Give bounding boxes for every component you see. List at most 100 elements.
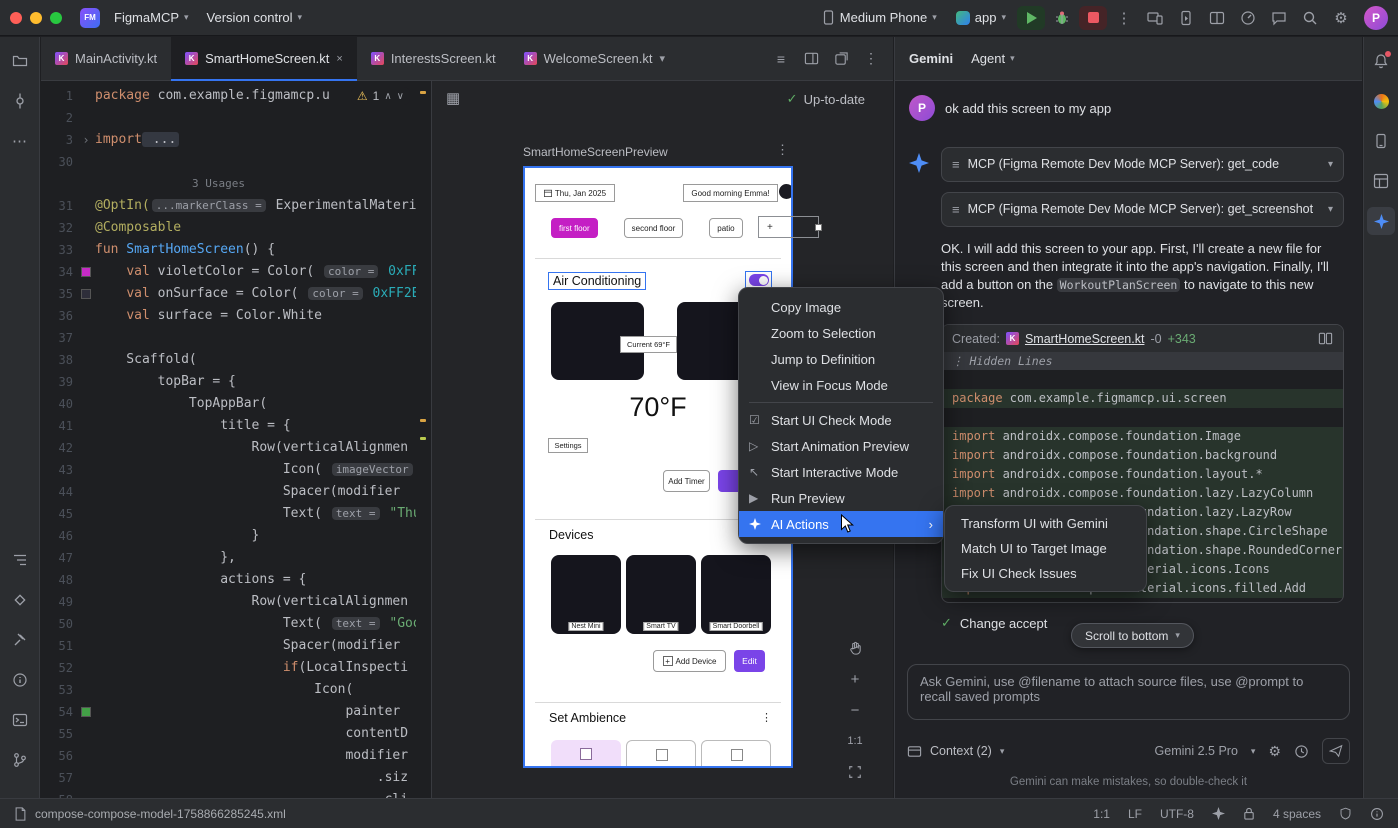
scroll-to-bottom-button[interactable]: Scroll to bottom ▾ <box>1071 623 1194 648</box>
notifications-bell-icon[interactable] <box>1367 47 1395 75</box>
user-avatar[interactable]: P <box>1364 6 1388 30</box>
expand-chevron-icon[interactable]: ▾ <box>1328 156 1333 170</box>
selection-handle[interactable] <box>815 224 822 231</box>
ambience-tile[interactable] <box>701 740 771 768</box>
menu-item[interactable]: Zoom to Selection <box>739 320 943 346</box>
created-file-link[interactable]: SmartHomeScreen.kt <box>1025 332 1144 346</box>
menu-item[interactable]: ↖Start Interactive Mode <box>739 459 943 485</box>
version-control-tool-icon[interactable] <box>6 746 34 774</box>
error-stripe[interactable] <box>418 81 428 798</box>
hidden-lines-row[interactable]: ⋮ Hidden Lines <box>942 352 1343 370</box>
open-diff-icon[interactable] <box>1318 331 1333 346</box>
edit-button[interactable]: Edit <box>734 650 765 672</box>
encoding-widget[interactable]: UTF-8 <box>1160 807 1194 821</box>
minimize-window-button[interactable] <box>30 12 42 24</box>
code-editor[interactable]: ⚠ 1 ∧ ∨ 1package com.example.figmamcp.u2… <box>41 81 430 798</box>
tab-options-kebab-icon[interactable]: ⋮ <box>859 47 883 71</box>
cursor-position-widget[interactable]: 1:1 <box>1093 807 1110 821</box>
split-editor-icon[interactable] <box>799 47 823 71</box>
color-preview-swatch[interactable] <box>81 267 91 277</box>
menu-item[interactable]: ▷Start Animation Preview <box>739 433 943 459</box>
zoom-to-fit-icon[interactable] <box>844 761 866 783</box>
send-button[interactable] <box>1322 738 1350 764</box>
close-tab-icon[interactable]: × <box>336 53 342 65</box>
more-run-actions-button[interactable]: ⋮ <box>1110 5 1138 31</box>
more-tool-windows-icon[interactable]: ⋯ <box>6 127 34 155</box>
fold-arrow-icon[interactable]: › <box>77 129 95 151</box>
ambience-kebab-icon[interactable]: ⋮ <box>761 711 772 724</box>
selected-add-chip[interactable]: + <box>758 216 819 238</box>
project-widget[interactable]: FigmaMCP ▾ <box>106 6 197 29</box>
history-icon[interactable] <box>1294 744 1309 759</box>
maximize-window-button[interactable] <box>50 12 62 24</box>
problems-tool-icon[interactable] <box>6 666 34 694</box>
model-selector[interactable]: Gemini 2.5 Pro <box>1155 744 1238 758</box>
read-lock-icon[interactable] <box>1243 807 1255 820</box>
floor-chip[interactable]: second floor <box>624 218 684 238</box>
editor-tab[interactable]: KSmartHomeScreen.kt× <box>171 37 357 80</box>
gemini-tool-icon[interactable] <box>1367 207 1395 235</box>
run-config-selector[interactable]: app ▾ <box>948 6 1014 29</box>
tab-agent[interactable]: Agent ▾ <box>971 51 1015 66</box>
debug-button[interactable] <box>1048 5 1076 31</box>
next-problem-icon[interactable]: ∨ <box>397 91 404 102</box>
pan-hand-icon[interactable] <box>844 637 866 659</box>
stripe-warning-mark[interactable] <box>420 419 426 422</box>
commit-tool-icon[interactable] <box>6 87 34 115</box>
preview-options-kebab-icon[interactable]: ⋮ <box>776 142 789 158</box>
zoom-out-button[interactable]: − <box>844 699 866 721</box>
color-preview-swatch[interactable] <box>81 707 91 717</box>
expand-chevron-icon[interactable]: ▾ <box>1328 201 1333 215</box>
build-tool-icon[interactable] <box>6 626 34 654</box>
assistant-chat-icon[interactable] <box>1265 5 1293 31</box>
floor-chip[interactable]: patio <box>709 218 742 238</box>
tool-call-card[interactable]: ≡MCP (Figma Remote Dev Mode MCP Server):… <box>941 192 1344 227</box>
stop-button[interactable] <box>1079 6 1107 30</box>
submenu-item[interactable]: Match UI to Target Image <box>945 536 1146 561</box>
inspections-shield-icon[interactable] <box>1339 807 1352 820</box>
device-tile[interactable]: Smart TV <box>626 555 696 634</box>
search-everywhere-icon[interactable] <box>1296 5 1324 31</box>
ambience-tile[interactable] <box>626 740 696 768</box>
context-selector[interactable]: Context (2) <box>930 744 992 758</box>
run-button[interactable] <box>1017 6 1045 30</box>
device-manager-icon[interactable] <box>1367 127 1395 155</box>
indent-widget[interactable]: 4 spaces <box>1273 807 1321 821</box>
notifications-status-icon[interactable] <box>1370 807 1384 821</box>
settings-gear-icon[interactable]: ⚙ <box>1327 5 1355 31</box>
stripe-weak-warning-mark[interactable] <box>420 437 426 440</box>
app-insights-icon[interactable] <box>1367 87 1395 115</box>
device-tile[interactable]: Smart Doorbell <box>701 555 771 634</box>
editor-tab[interactable]: KInterestsScreen.kt <box>357 37 510 80</box>
line-ending-widget[interactable]: LF <box>1128 807 1142 821</box>
split-layout-icon[interactable] <box>1203 5 1231 31</box>
zoom-level-label[interactable]: 1:1 <box>844 730 866 752</box>
tool-call-card[interactable]: ≡MCP (Figma Remote Dev Mode MCP Server):… <box>941 147 1344 182</box>
inspections-widget[interactable]: ⚠ 1 ∧ ∨ <box>351 87 410 105</box>
vcs-widget[interactable]: Version control ▾ <box>199 6 311 29</box>
menu-item[interactable]: View in Focus Mode <box>739 372 943 398</box>
submenu-item[interactable]: Transform UI with Gemini <box>945 511 1146 536</box>
services-tool-icon[interactable] <box>6 586 34 614</box>
terminal-tool-icon[interactable] <box>6 706 34 734</box>
add-timer-button[interactable]: Add Timer <box>663 470 710 492</box>
submenu-item[interactable]: Fix UI Check Issues <box>945 561 1146 586</box>
structure-tool-icon[interactable] <box>6 546 34 574</box>
project-tool-icon[interactable] <box>6 47 34 75</box>
status-file-widget[interactable]: compose-compose-model-1758866285245.xml <box>14 807 286 821</box>
menu-item[interactable]: ▶Run Preview <box>739 485 943 511</box>
device-selector[interactable]: Medium Phone ▾ <box>814 6 945 29</box>
layout-inspector-icon[interactable] <box>1367 167 1395 195</box>
profiler-icon[interactable] <box>1234 5 1262 31</box>
tab-gemini[interactable]: Gemini <box>909 51 953 66</box>
detach-editor-icon[interactable] <box>829 47 853 71</box>
prompt-input-box[interactable] <box>907 664 1350 720</box>
preview-grid-mode-icon[interactable]: ▦ <box>446 89 460 107</box>
chevron-down-icon[interactable]: ▾ <box>659 52 665 65</box>
add-device-button[interactable]: + Add Device <box>653 650 726 672</box>
color-preview-swatch[interactable] <box>81 289 91 299</box>
gemini-settings-gear-icon[interactable]: ⚙ <box>1268 743 1281 760</box>
stripe-warning-mark[interactable] <box>420 91 426 94</box>
device-mirror-icon[interactable] <box>1141 5 1169 31</box>
floor-chip[interactable]: first floor <box>551 218 598 238</box>
